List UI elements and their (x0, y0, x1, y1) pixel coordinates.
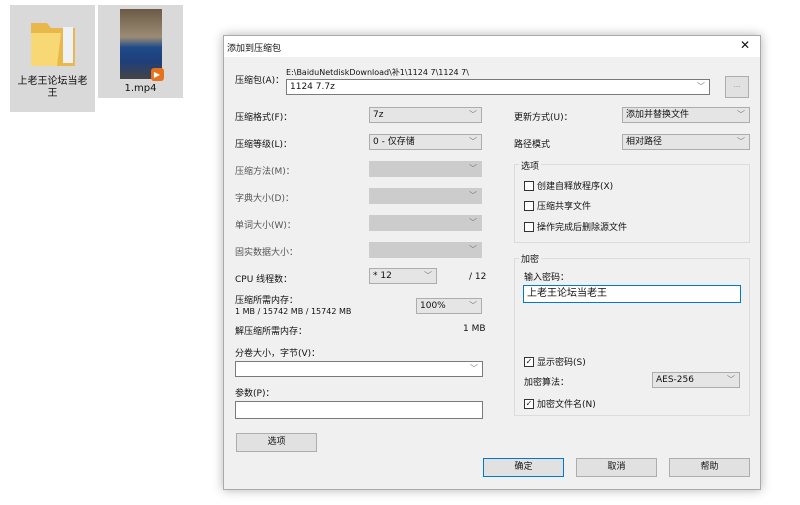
archive-label: 压缩包(A)： (235, 76, 285, 86)
chevron-down-icon: ﹀ (737, 110, 745, 119)
encryption-group-title: 加密 (519, 252, 542, 265)
word-combo: ﹀ (369, 215, 482, 231)
delete-after-checkbox[interactable]: 操作完成后删除源文件 (524, 220, 627, 233)
checkbox-label: 操作完成后删除源文件 (537, 223, 628, 233)
mem-percent-combo[interactable]: 100% ﹀ (416, 298, 482, 314)
checkbox-box (524, 180, 534, 191)
level-label: 压缩等级(L)： (235, 140, 293, 150)
chevron-down-icon: ﹀ (697, 82, 705, 91)
title-bar: 添加到压缩包 ✕ (224, 36, 760, 57)
level-combo[interactable]: 0 - 仅存储 ﹀ (369, 134, 482, 150)
solid-combo: ﹀ (369, 242, 482, 258)
archive-path: E:\BaiduNetdiskDownload\补1\1124 7\1124 7… (286, 68, 469, 77)
decomp-label: 解压缩所需内存： (235, 327, 308, 337)
volume-label: 分卷大小，字节(V)： (235, 349, 321, 359)
video-thumbnail: ▶ (119, 9, 164, 81)
password-value: 上老王论坛当老王 (527, 288, 607, 299)
chevron-down-icon: ﹀ (469, 301, 477, 310)
ok-button[interactable]: 确定 (483, 458, 564, 477)
checkbox-label: 压缩共享文件 (537, 202, 592, 212)
check-icon: ✓ (524, 398, 534, 409)
level-value: 0 - 仅存储 (373, 137, 415, 147)
folder-icon (30, 23, 75, 66)
checkbox-label: 加密文件名(N) (537, 400, 596, 410)
checkbox-box (524, 221, 534, 232)
cpu-total: / 12 (469, 272, 487, 282)
solid-label: 固实数据大小： (235, 248, 299, 258)
desktop-folder[interactable]: 上老王论坛当老王 (10, 5, 95, 112)
word-label: 单词大小(W)： (235, 221, 296, 231)
chevron-down-icon: ﹀ (469, 164, 477, 173)
close-icon[interactable]: ✕ (740, 38, 750, 52)
update-combo[interactable]: 添加并替换文件 ﹀ (622, 107, 750, 123)
chevron-down-icon: ﹀ (469, 110, 477, 119)
params-input[interactable] (235, 401, 483, 419)
checkbox-label: 显示密码(S) (537, 358, 586, 368)
show-password-checkbox[interactable]: ✓ 显示密码(S) (524, 355, 586, 368)
archive-name-value: 1124 7.7z (290, 82, 335, 92)
browse-button[interactable]: ... (725, 76, 749, 98)
dialog-title: 添加到压缩包 (227, 44, 282, 54)
add-to-archive-dialog: 添加到压缩包 ✕ 压缩包(A)： E:\BaiduNetdiskDownload… (223, 35, 761, 490)
update-label: 更新方式(U)： (514, 113, 573, 123)
cpu-value: * 12 (373, 271, 392, 281)
sfx-checkbox[interactable]: 创建自释放程序(X) (524, 179, 613, 192)
format-combo[interactable]: 7z ﹀ (369, 107, 482, 123)
archive-name-combo[interactable]: 1124 7.7z ﹀ (286, 79, 710, 95)
enc-method-label: 加密算法： (524, 378, 570, 388)
dict-label: 字典大小(D)： (235, 194, 294, 204)
checkbox-box (524, 200, 534, 211)
checkbox-label: 创建自释放程序(X) (537, 182, 614, 192)
cancel-button[interactable]: 取消 (576, 458, 657, 477)
chevron-down-icon: ﹀ (469, 137, 477, 146)
enc-method-value: AES-256 (656, 375, 694, 385)
method-label: 压缩方法(M)： (235, 167, 295, 177)
check-icon: ✓ (524, 356, 534, 367)
chevron-down-icon: ﹀ (727, 375, 735, 384)
chevron-down-icon: ﹀ (470, 364, 478, 373)
format-label: 压缩格式(F)： (235, 113, 293, 123)
decomp-value: 1 MB (463, 324, 486, 334)
mem-label: 压缩所需内存： (235, 296, 299, 306)
password-input[interactable]: 上老王论坛当老王 (523, 285, 741, 303)
play-icon: ▶ (150, 68, 164, 81)
cpu-combo[interactable]: * 12 ﹀ (369, 268, 437, 284)
chevron-down-icon: ﹀ (469, 245, 477, 254)
path-value: 相对路径 (626, 137, 663, 147)
path-combo[interactable]: 相对路径 ﹀ (622, 134, 750, 150)
cpu-label: CPU 线程数： (235, 275, 293, 285)
dict-combo: ﹀ (369, 188, 482, 204)
encrypt-names-checkbox[interactable]: ✓ 加密文件名(N) (524, 397, 596, 410)
help-button[interactable]: 帮助 (669, 458, 750, 477)
chevron-down-icon: ﹀ (737, 137, 745, 146)
chevron-down-icon: ﹀ (424, 271, 432, 280)
folder-label: 上老王论坛当老王 (17, 76, 88, 99)
format-value: 7z (373, 110, 384, 120)
chevron-down-icon: ﹀ (469, 218, 477, 227)
update-value: 添加并替换文件 (626, 110, 690, 120)
options-group-title: 选项 (519, 159, 542, 172)
mem-detail: 1 MB / 15742 MB / 15742 MB (235, 307, 352, 316)
chevron-down-icon: ﹀ (469, 191, 477, 200)
volume-combo[interactable]: ﹀ (235, 361, 483, 377)
mem-percent-value: 100% (420, 301, 446, 311)
video-label: 1.mp4 (124, 83, 157, 94)
desktop-video-file[interactable]: ▶ 1.mp4 (98, 5, 183, 98)
shared-files-checkbox[interactable]: 压缩共享文件 (524, 199, 591, 212)
path-label: 路径模式 (514, 140, 551, 150)
password-label: 输入密码： (524, 273, 570, 283)
params-label: 参数(P)： (235, 389, 275, 399)
method-combo: ﹀ (369, 161, 482, 177)
enc-method-combo[interactable]: AES-256 ﹀ (652, 372, 740, 388)
options-button[interactable]: 选项 (236, 433, 317, 452)
